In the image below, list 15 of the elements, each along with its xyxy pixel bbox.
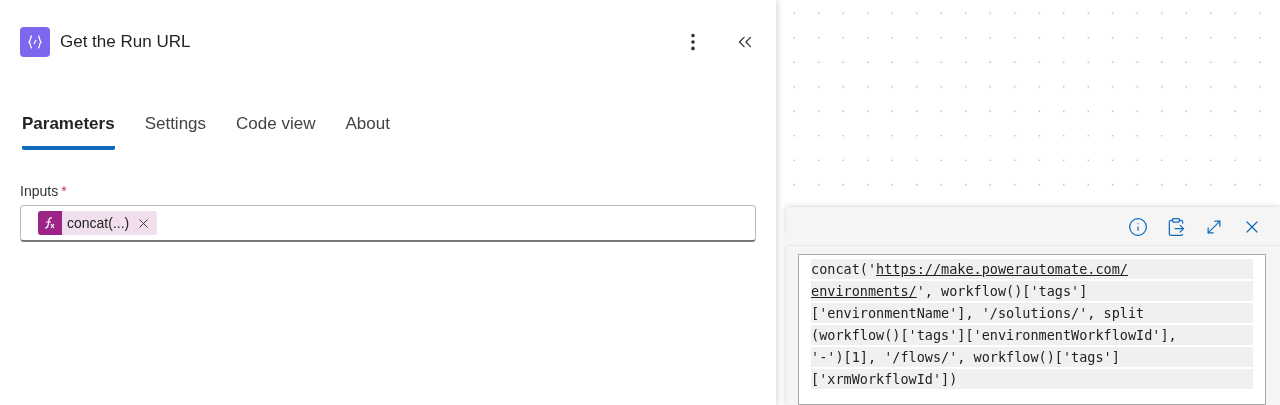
field-label: Inputs xyxy=(20,183,59,199)
input-field[interactable]: concat(...) xyxy=(20,205,756,242)
expression-editor[interactable] xyxy=(798,254,1266,405)
tab[interactable]: Settings xyxy=(144,106,207,150)
tab[interactable]: Code view xyxy=(236,106,316,150)
panel-title: Get the Run URL xyxy=(60,32,192,52)
braces-icon xyxy=(20,27,50,57)
token-label: concat(...) xyxy=(66,215,131,231)
expression-token[interactable]: concat(...) xyxy=(38,211,158,235)
tab[interactable]: Parameters xyxy=(22,106,115,150)
clipboard-icon[interactable] xyxy=(1166,217,1186,237)
tab[interactable]: About xyxy=(345,106,390,150)
required-mark: * xyxy=(61,183,67,199)
function-icon xyxy=(38,211,62,235)
info-icon[interactable] xyxy=(1128,217,1148,237)
